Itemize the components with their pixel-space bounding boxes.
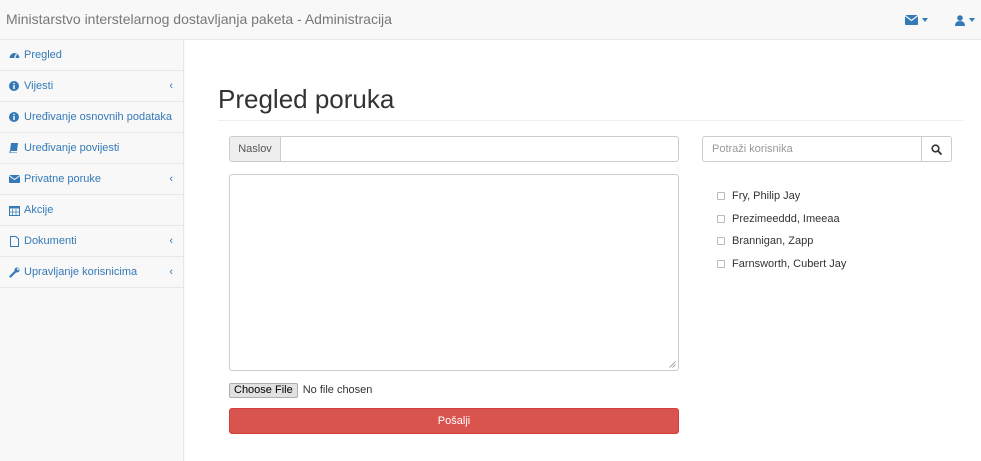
user-checkbox[interactable] <box>717 237 725 246</box>
divider <box>218 120 963 121</box>
calendar-icon <box>8 204 20 216</box>
search-icon <box>931 143 942 155</box>
subject-input[interactable] <box>281 136 679 162</box>
sidebar-item-akcije[interactable]: Akcije <box>0 195 183 226</box>
sidebar-item-pregled[interactable]: Pregled <box>0 40 183 71</box>
user-icon <box>955 14 965 26</box>
chevron-left-icon: ‹ <box>169 235 173 247</box>
sidebar-item-label: Uređivanje povijesti <box>24 142 120 154</box>
subject-label: Naslov <box>229 136 281 162</box>
resize-handle-icon[interactable] <box>669 361 676 368</box>
user-search-group: Potraži korisnika <box>702 136 952 162</box>
sidebar-item-label: Akcije <box>24 204 54 216</box>
sidebar-item-osnovni-podaci[interactable]: Uređivanje osnovnih podataka <box>0 102 183 133</box>
user-item[interactable]: Fry, Philip Jay <box>717 185 846 208</box>
dashboard-icon <box>8 49 20 61</box>
sidebar-item-label: Uređivanje osnovnih podataka <box>24 111 172 123</box>
user-checkbox[interactable] <box>717 192 725 201</box>
top-navbar: Ministarstvo interstelarnog dostavljanja… <box>0 0 981 40</box>
user-name: Brannigan, Zapp <box>732 235 814 248</box>
main-content: Pregled poruka Naslov Choose File No fil… <box>185 40 981 461</box>
app-title[interactable]: Ministarstvo interstelarnog dostavljanja… <box>6 11 392 27</box>
chevron-left-icon: ‹ <box>169 173 173 185</box>
user-dropdown[interactable] <box>955 13 975 27</box>
sidebar-item-dokumenti[interactable]: Dokumenti ‹ <box>0 226 183 257</box>
wrench-icon <box>8 266 20 278</box>
sidebar-item-vijesti[interactable]: Vijesti ‹ <box>0 71 183 102</box>
subject-input-group: Naslov <box>229 136 679 162</box>
chevron-down-icon <box>922 18 928 22</box>
user-item[interactable]: Farnsworth, Cubert Jay <box>717 253 846 276</box>
page-title: Pregled poruka <box>218 84 395 114</box>
sidebar-item-privatne-poruke[interactable]: Privatne poruke ‹ <box>0 164 183 195</box>
envelope-icon <box>8 173 20 185</box>
info-icon <box>8 80 20 92</box>
user-item[interactable]: Prezimeeddd, Imeeaa <box>717 208 846 231</box>
sidebar-item-label: Privatne poruke <box>24 173 102 185</box>
user-checkbox[interactable] <box>717 214 725 223</box>
envelope-icon <box>905 15 918 25</box>
chevron-down-icon <box>969 18 975 22</box>
search-button[interactable] <box>922 136 952 162</box>
file-icon <box>8 235 20 247</box>
user-name: Prezimeeddd, Imeeaa <box>732 212 840 225</box>
sidebar-item-label: Vijesti <box>24 80 54 92</box>
chevron-left-icon: ‹ <box>169 80 173 92</box>
user-item[interactable]: Brannigan, Zapp <box>717 230 846 253</box>
sidebar-item-label: Pregled <box>24 49 62 61</box>
user-search-input[interactable]: Potraži korisnika <box>702 136 922 162</box>
send-button[interactable]: Pošalji <box>229 408 679 434</box>
chevron-left-icon: ‹ <box>169 266 173 278</box>
book-icon <box>8 142 20 154</box>
sidebar: Pregled Vijesti ‹ Uređivanje osnovnih po… <box>0 40 184 461</box>
sidebar-item-label: Dokumenti <box>24 235 77 247</box>
user-name: Farnsworth, Cubert Jay <box>732 257 847 270</box>
message-textarea[interactable] <box>229 174 679 371</box>
user-name: Fry, Philip Jay <box>732 190 801 203</box>
file-upload: Choose File No file chosen <box>229 382 372 398</box>
choose-file-button[interactable]: Choose File <box>229 382 298 398</box>
file-status: No file chosen <box>302 384 373 396</box>
user-checkbox[interactable] <box>717 259 725 268</box>
sidebar-item-povijest[interactable]: Uređivanje povijesti <box>0 133 183 164</box>
sidebar-item-korisnici[interactable]: Upravljanje korisnicima ‹ <box>0 257 183 288</box>
sidebar-item-label: Upravljanje korisnicima <box>24 266 138 278</box>
messages-dropdown[interactable] <box>905 13 928 27</box>
user-list: Fry, Philip Jay Prezimeeddd, Imeeaa Bran… <box>717 185 846 275</box>
info-icon <box>8 111 20 123</box>
